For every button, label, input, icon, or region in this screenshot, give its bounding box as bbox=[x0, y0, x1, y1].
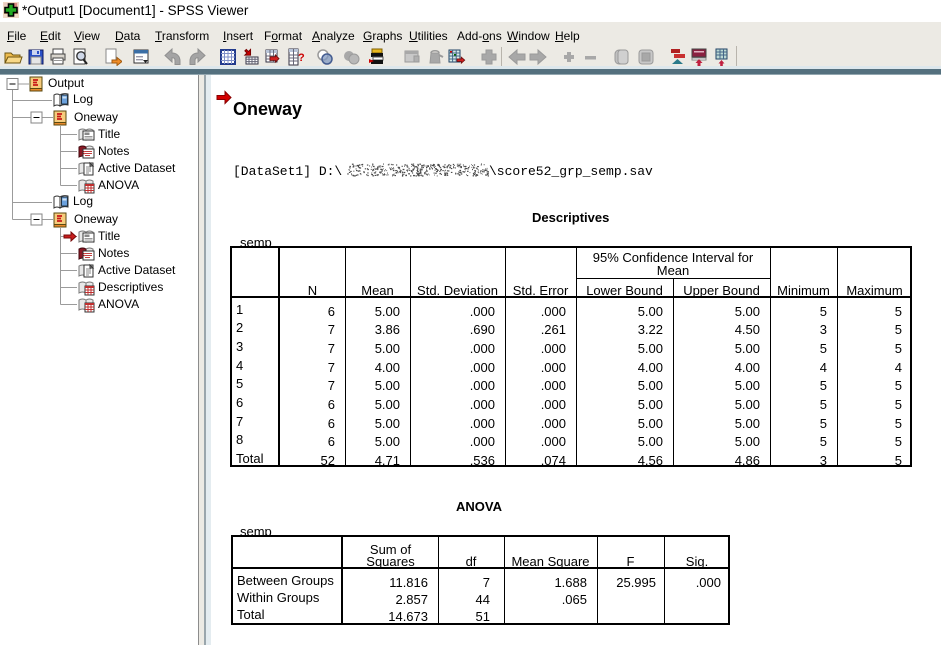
svg-text:?: ? bbox=[298, 52, 305, 64]
